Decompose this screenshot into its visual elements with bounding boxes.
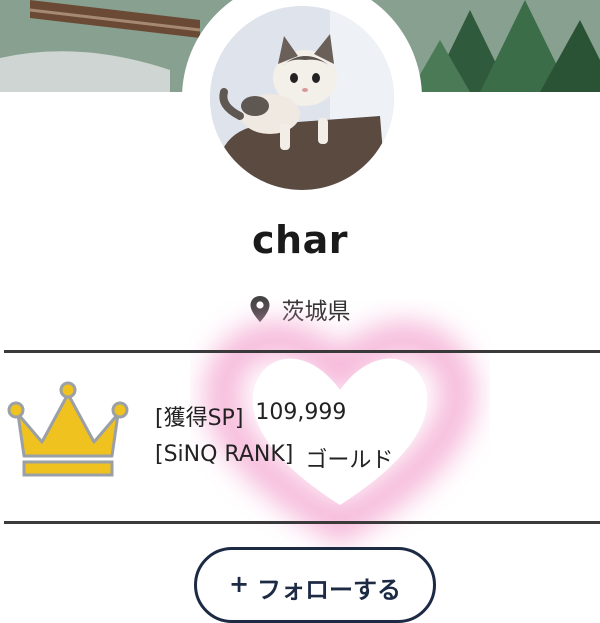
sp-value: 109,999 (255, 400, 347, 425)
profile-username: char (252, 218, 348, 262)
profile-location: 茨城県 (0, 292, 600, 326)
divider-bottom (4, 521, 600, 524)
sp-label: [獲得SP] (155, 406, 244, 431)
plus-icon: + (228, 570, 250, 598)
location-text: 茨城県 (281, 299, 351, 325)
divider-top (4, 350, 600, 353)
rank-value: ゴールド (305, 448, 394, 473)
sp-stat: [獲得SP] 109,999 (155, 400, 346, 432)
rank-label: [SiNQ RANK] (155, 442, 294, 467)
map-pin-icon (250, 296, 269, 322)
crown-icon (7, 381, 129, 477)
avatar[interactable] (210, 6, 394, 190)
follow-button[interactable]: + フォローする (194, 547, 436, 623)
rank-stat: [SiNQ RANK] ゴールド (155, 442, 393, 474)
